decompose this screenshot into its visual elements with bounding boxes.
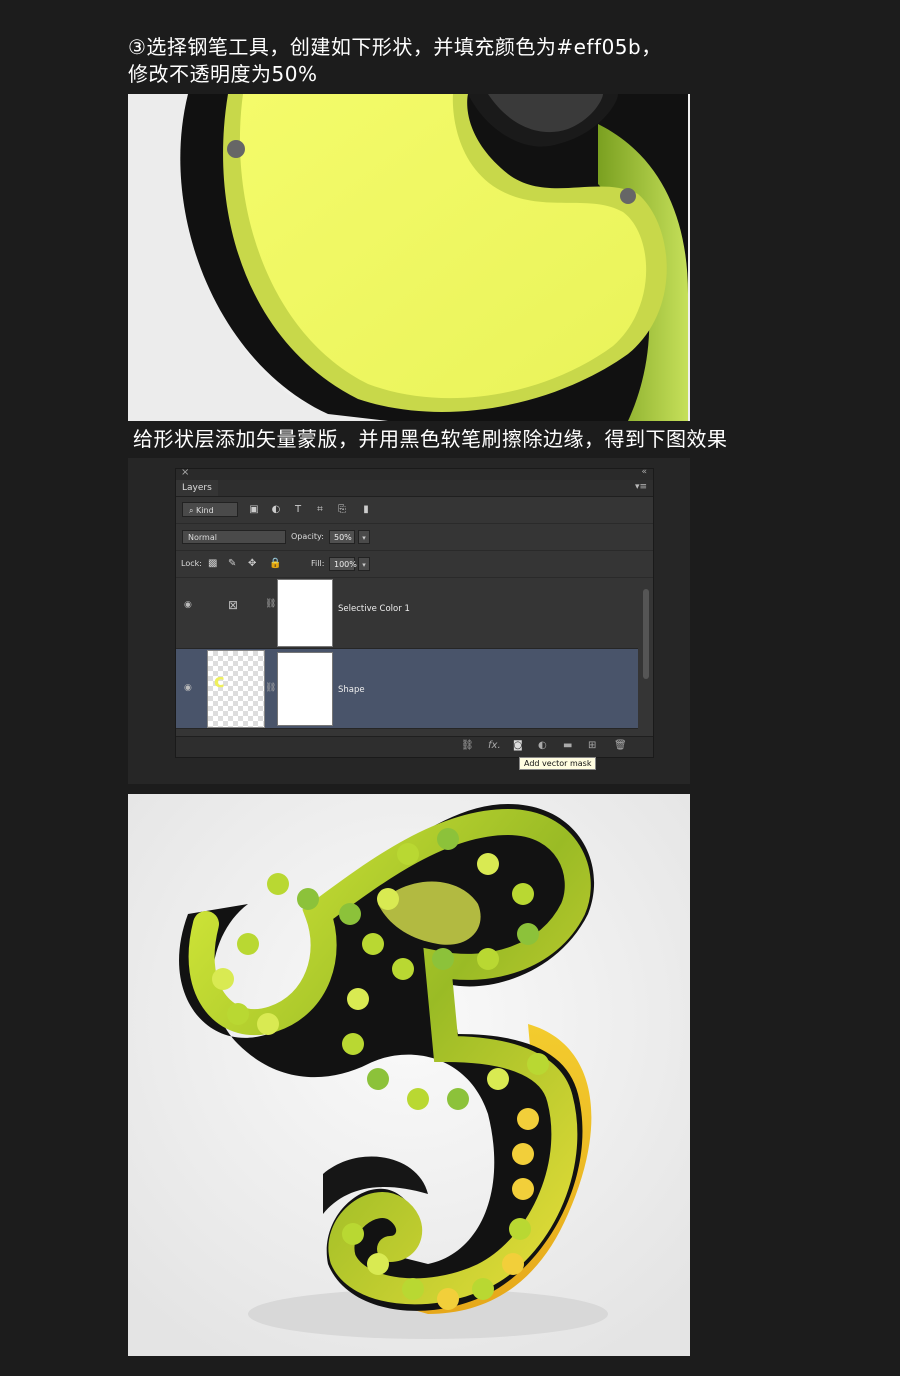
lock-transparent-icon[interactable]: ▩: [208, 558, 217, 569]
layers-panel-screenshot: × « Layers ▾≡ ⌕ Kind ▣ ◐ T ⌗ ⎘ ▮ Normal …: [128, 458, 690, 784]
collapse-icon[interactable]: «: [641, 467, 647, 477]
panel-topbar: × «: [176, 467, 653, 480]
opacity-field[interactable]: 50%: [329, 530, 355, 544]
panel-bottom-bar: ⛓ fx. ◙ ◐ ▬ ⊞ 🗑: [176, 736, 653, 757]
shape-glyph-icon: c: [214, 671, 225, 692]
scrollbar[interactable]: [643, 589, 649, 679]
blend-row: Normal Opacity: 50% ▾: [176, 524, 653, 551]
filter-row: ⌕ Kind ▣ ◐ T ⌗ ⎘ ▮: [176, 497, 653, 524]
layers-panel: × « Layers ▾≡ ⌕ Kind ▣ ◐ T ⌗ ⎘ ▮ Normal …: [175, 467, 654, 758]
fill-label: Fill:: [311, 559, 325, 568]
blend-mode-select[interactable]: Normal: [182, 530, 286, 544]
opacity-dropdown-icon[interactable]: ▾: [358, 530, 370, 544]
filter-pixel-icon[interactable]: ▣: [248, 504, 260, 515]
filter-kind-label: Kind: [196, 506, 214, 515]
shape-preview-art: [128, 94, 690, 421]
lock-row: Lock: ▩ ✎ ✥ 🔒 Fill: 100% ▾: [176, 551, 653, 578]
filter-type-icon[interactable]: T: [292, 504, 304, 515]
shape-preview-image: [128, 94, 690, 421]
filter-shape-icon[interactable]: ⌗: [314, 504, 326, 515]
filter-kind-select[interactable]: ⌕ Kind: [182, 502, 238, 517]
layer-name[interactable]: Shape: [338, 685, 365, 695]
lock-label: Lock:: [181, 559, 202, 568]
trash-icon[interactable]: 🗑: [614, 740, 627, 751]
lock-move-icon[interactable]: ✥: [248, 558, 256, 569]
eye-icon[interactable]: ◉: [184, 600, 192, 610]
fill-dropdown-icon[interactable]: ▾: [358, 557, 370, 571]
result-art: [128, 794, 690, 1356]
step3-caption: ③选择钢笔工具，创建如下形状，并填充颜色为#eff05b， 修改不透明度为50%: [128, 34, 768, 88]
fx-icon[interactable]: fx.: [488, 740, 501, 751]
adjustment-icon[interactable]: ◐: [538, 740, 547, 751]
link-icon[interactable]: ⛓: [265, 683, 276, 693]
link-icon[interactable]: ⛓: [265, 599, 276, 609]
filter-toggle-icon[interactable]: ▮: [360, 504, 372, 515]
folder-icon[interactable]: ▬: [563, 740, 572, 751]
tab-layers[interactable]: Layers: [176, 480, 218, 496]
filter-smartobject-icon[interactable]: ⎘: [336, 504, 348, 515]
step3-caption-line2: 修改不透明度为50%: [128, 62, 318, 86]
layer-mask-thumbnail[interactable]: [277, 579, 333, 647]
lock-all-icon[interactable]: 🔒: [269, 558, 281, 569]
layer-name[interactable]: Selective Color 1: [338, 604, 410, 614]
panel-menu-icon[interactable]: ▾≡: [635, 482, 647, 492]
link-layers-icon[interactable]: ⛓: [461, 740, 474, 751]
filter-adjustment-icon[interactable]: ◐: [270, 504, 282, 515]
add-mask-icon[interactable]: ◙: [513, 740, 523, 751]
step4-caption: 给形状层添加矢量蒙版，并用黑色软笔刷擦除边缘，得到下图效果: [133, 427, 728, 451]
layer-row-selective-color[interactable]: ◉ ⊠ ⛓ Selective Color 1: [176, 578, 638, 649]
fill-field[interactable]: 100%: [329, 557, 357, 571]
result-image: [128, 794, 690, 1356]
shape-layer-thumbnail[interactable]: c: [207, 650, 265, 728]
tooltip: Add vector mask: [519, 757, 597, 770]
lock-brush-icon[interactable]: ✎: [228, 558, 236, 569]
opacity-label: Opacity:: [291, 532, 324, 541]
new-layer-icon[interactable]: ⊞: [588, 740, 596, 751]
vector-mask-thumbnail[interactable]: [277, 652, 333, 726]
close-icon[interactable]: ×: [181, 467, 189, 478]
panel-tab-row: Layers ▾≡: [176, 480, 653, 497]
eye-icon[interactable]: ◉: [184, 683, 192, 693]
layer-row-shape[interactable]: ◉ c ⛓ Shape: [176, 649, 638, 729]
adjustment-layer-icon: ⊠: [228, 598, 239, 612]
step3-caption-line1: ③选择钢笔工具，创建如下形状，并填充颜色为#eff05b，: [128, 35, 662, 59]
